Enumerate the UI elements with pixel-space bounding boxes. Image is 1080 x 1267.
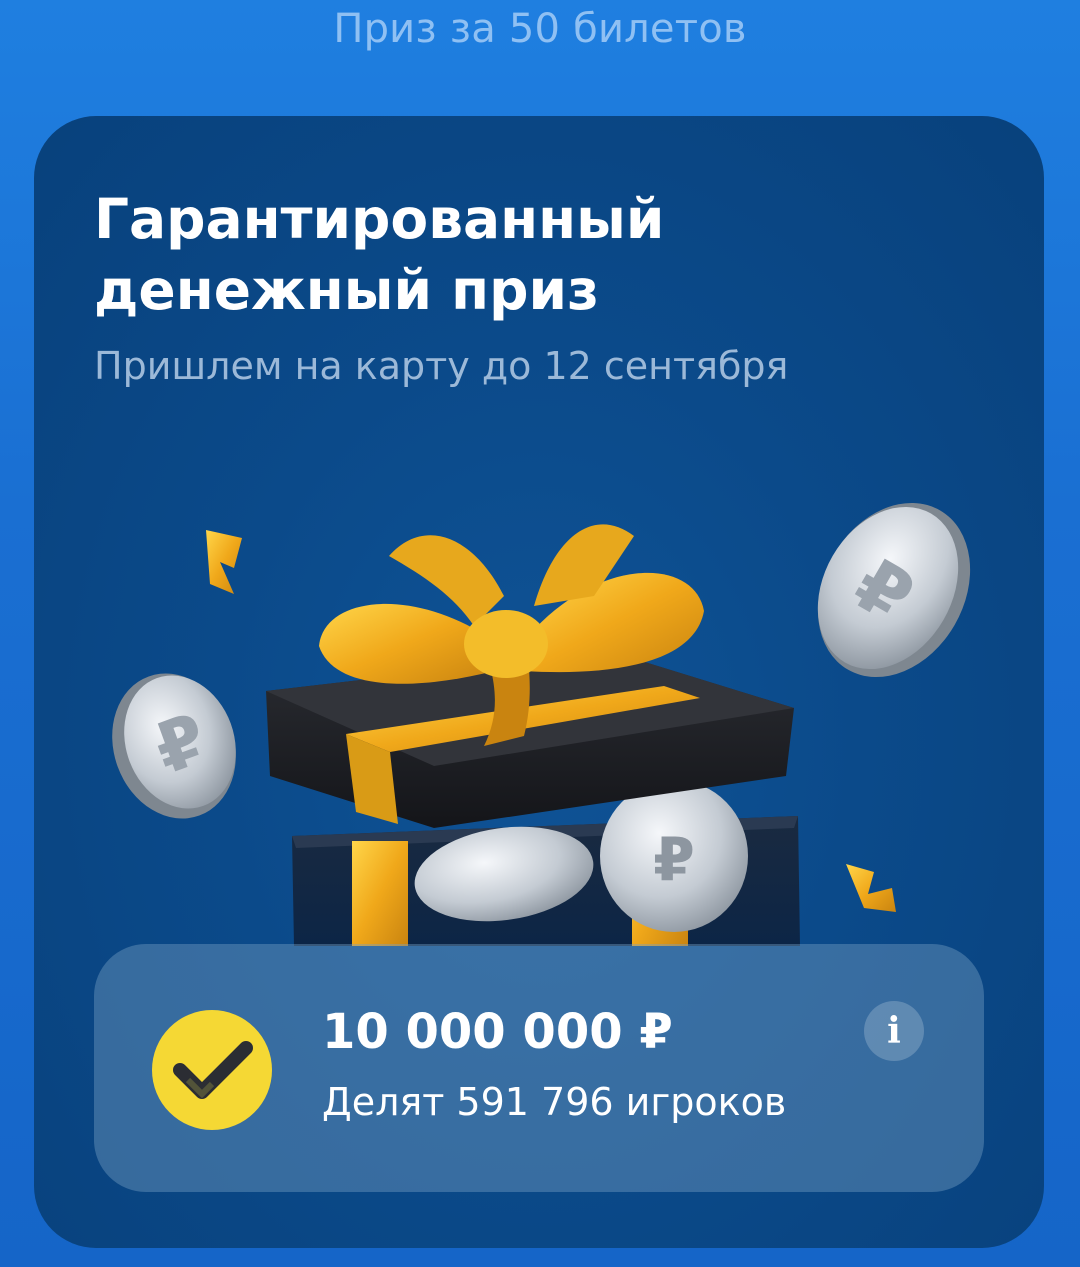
checkmark-icon <box>173 1041 253 1099</box>
card-subtitle: Пришлем на карту до 12 сентября <box>94 344 789 388</box>
check-badge <box>152 1010 272 1130</box>
prize-amount: 10 000 000 ₽ <box>322 1004 673 1060</box>
card-title-line1: Гарантированный <box>94 187 665 251</box>
header-title: Приз за 50 билетов <box>333 6 747 52</box>
card-title-line2: денежный приз <box>94 258 600 322</box>
prize-card: Гарантированный денежный приз Пришлем на… <box>34 116 1044 1248</box>
coin-left: ₽ <box>112 673 236 819</box>
info-button[interactable]: i <box>864 1001 924 1061</box>
prize-panel: 10 000 000 ₽ Делят 591 796 игроков i <box>94 944 984 1192</box>
confetti-right <box>846 864 896 912</box>
confetti-left <box>206 530 242 594</box>
svg-text:₽: ₽ <box>653 825 695 895</box>
prize-players: Делят 591 796 игроков <box>322 1080 787 1124</box>
card-title: Гарантированный денежный приз <box>94 184 994 326</box>
gift-illustration: ₽ ₽ ₽ <box>112 502 971 946</box>
info-icon: i <box>887 1010 901 1052</box>
coin-right: ₽ <box>817 502 971 678</box>
